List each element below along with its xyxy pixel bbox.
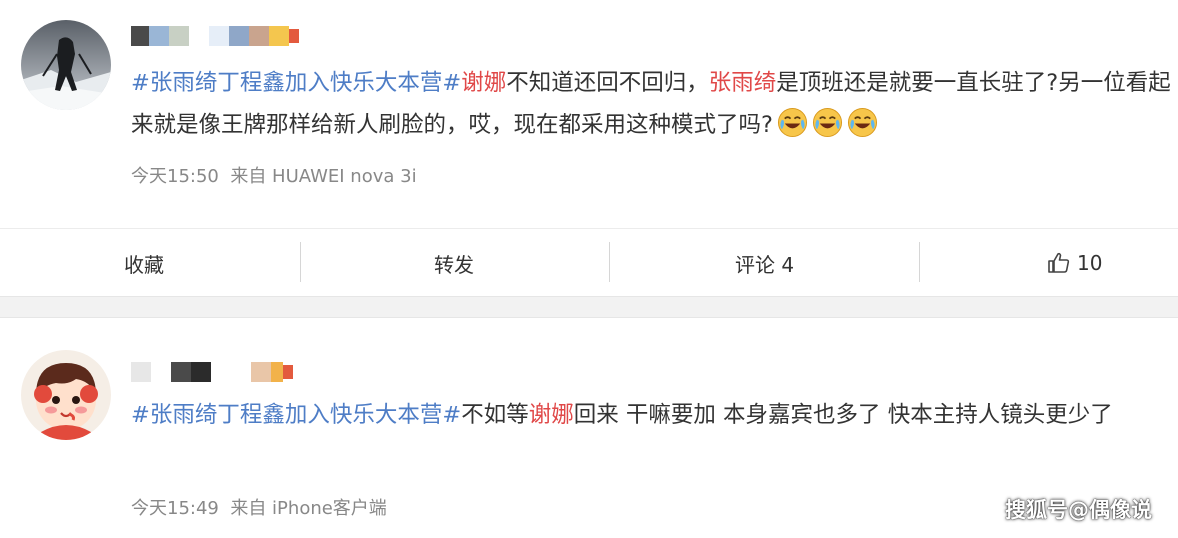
laugh-cry-icon: [812, 107, 843, 138]
post-meta: 今天15:49 来自 iPhone客户端: [131, 494, 387, 520]
laugh-cry-icon: [777, 107, 808, 138]
divider: [300, 242, 301, 282]
mention-link[interactable]: 谢娜: [461, 70, 506, 96]
laugh-cry-icon: [847, 107, 878, 138]
post-source: 来自 iPhone客户端: [230, 498, 387, 519]
mosaic-block: [271, 362, 283, 382]
mention-link[interactable]: 张雨绮: [709, 70, 777, 96]
collect-label: 收藏: [124, 252, 164, 277]
weibo-post: #张雨绮丁程鑫加入快乐大本营#不如等谢娜回来 干嘛要加 本身嘉宾也多了 快本主持…: [0, 318, 1178, 538]
thumbs-up-icon: [1047, 251, 1071, 275]
avatar[interactable]: [21, 20, 111, 110]
mosaic-block: [149, 26, 169, 46]
collect-button[interactable]: 收藏: [124, 229, 164, 297]
mosaic-block: [229, 26, 249, 46]
post-text: 回来 干嘛要加 本身嘉宾也多了 快本主持人镜头更少了: [573, 402, 1113, 428]
username-redacted[interactable]: [131, 360, 293, 384]
comment-button[interactable]: 评论 4: [735, 229, 794, 297]
topic-link[interactable]: #张雨绮丁程鑫加入快乐大本营#: [131, 70, 461, 96]
post-text: 不知道还回不回归，: [506, 70, 709, 96]
mosaic-block: [209, 26, 229, 46]
repost-label: 转发: [434, 252, 474, 277]
mosaic-block: [269, 26, 289, 46]
watermark: 搜狐号@偶像说: [1005, 498, 1152, 522]
post-content: #张雨绮丁程鑫加入快乐大本营#谢娜不知道还回不回归，张雨绮是顶班还是就要一直长驻…: [131, 62, 1171, 146]
mosaic-block: [249, 26, 269, 46]
comment-label: 评论 4: [735, 252, 795, 277]
post-content: #张雨绮丁程鑫加入快乐大本营#不如等谢娜回来 干嘛要加 本身嘉宾也多了 快本主持…: [131, 394, 1171, 436]
mosaic-block: [283, 365, 293, 379]
post-meta: 今天15:50 来自 HUAWEI nova 3i: [131, 162, 417, 188]
avatar-image: [21, 350, 111, 440]
post-text: 不如等: [461, 402, 529, 428]
repost-button[interactable]: 转发: [434, 229, 474, 297]
topic-link[interactable]: #张雨绮丁程鑫加入快乐大本营#: [131, 402, 461, 428]
section-gap: [0, 296, 1178, 318]
avatar[interactable]: [21, 350, 111, 440]
mosaic-block: [131, 362, 151, 382]
avatar-image: [21, 20, 111, 110]
post-source: 来自 HUAWEI nova 3i: [230, 166, 417, 187]
post-time[interactable]: 今天15:49: [131, 498, 219, 519]
mosaic-block: [191, 362, 211, 382]
mosaic-block: [251, 362, 271, 382]
divider: [919, 242, 920, 282]
mosaic-block: [289, 29, 299, 43]
divider: [609, 242, 610, 282]
like-button[interactable]: 10: [1047, 229, 1102, 297]
mosaic-block: [151, 362, 171, 382]
post-time[interactable]: 今天15:50: [131, 166, 219, 187]
mosaic-block: [211, 362, 251, 382]
mosaic-block: [131, 26, 149, 46]
mosaic-block: [189, 26, 209, 46]
username-redacted[interactable]: [131, 24, 299, 48]
mosaic-block: [171, 362, 191, 382]
weibo-post: #张雨绮丁程鑫加入快乐大本营#谢娜不知道还回不回归，张雨绮是顶班还是就要一直长驻…: [0, 0, 1178, 228]
mosaic-block: [169, 26, 189, 46]
like-count: 10: [1077, 251, 1103, 275]
action-bar: 收藏 转发 评论 4 10: [0, 228, 1178, 296]
mention-link[interactable]: 谢娜: [529, 402, 574, 428]
